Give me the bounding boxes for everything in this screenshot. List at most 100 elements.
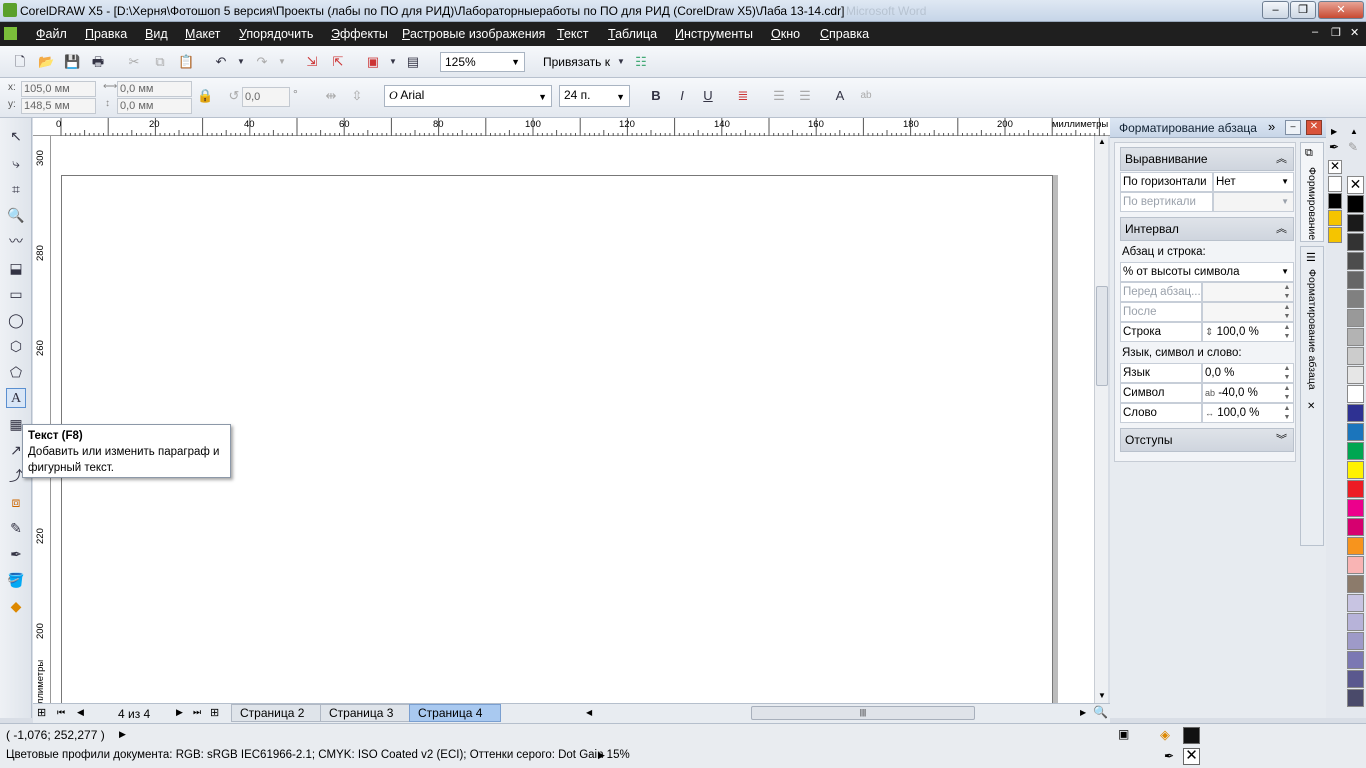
color-swatch[interactable] — [1347, 309, 1364, 327]
eyedropper-tool-icon[interactable]: ✎ — [6, 518, 26, 538]
spinner-icon[interactable]: ▲ ▼ — [1281, 404, 1293, 424]
text-align-icon[interactable]: ≣ — [735, 88, 751, 104]
maximize-button[interactable]: ❐ — [1290, 1, 1316, 19]
line-spacing-field[interactable]: ⇕ 100,0 % ▲ ▼ — [1202, 322, 1294, 342]
close-tab-icon[interactable]: ✕ — [1307, 401, 1315, 412]
doc-close-icon[interactable]: ✕ — [1350, 26, 1359, 39]
color-swatch[interactable] — [1347, 366, 1364, 384]
menu-help[interactable]: Справка — [820, 27, 869, 41]
menu-text[interactable]: Текст — [557, 27, 588, 41]
menu-arrange[interactable]: Упорядочить — [239, 27, 313, 41]
print-icon[interactable]: 🖶 — [90, 54, 106, 70]
menu-bitmaps[interactable]: Растровые изображения — [402, 27, 545, 41]
character-spacing-field[interactable]: ab -40,0 % ▲ ▼ — [1202, 383, 1294, 403]
blend-tool-icon[interactable]: ⧈ — [6, 492, 26, 512]
color-swatch[interactable] — [1347, 271, 1364, 289]
menu-window[interactable]: Окно — [771, 27, 800, 41]
drop-cap-icon[interactable]: ☰ — [797, 88, 813, 104]
width-field[interactable]: 0,0 мм — [117, 81, 192, 97]
export-icon[interactable]: ⇱ — [330, 54, 346, 70]
menu-edit[interactable]: Правка — [85, 27, 127, 41]
redo-icon[interactable]: ↷ — [254, 54, 270, 70]
spacing-section-header[interactable]: Интервал ︽ — [1120, 217, 1294, 241]
menu-effects[interactable]: Эффекты — [331, 27, 388, 41]
color-swatch[interactable] — [1347, 651, 1364, 669]
horizontal-align-dropdown[interactable]: Нет ▼ — [1213, 172, 1294, 192]
tab-shaping[interactable]: ⧉ Формирование — [1300, 142, 1324, 242]
shape-tool-icon[interactable]: ⤷ — [6, 153, 26, 173]
indents-section-header[interactable]: Отступы ︾ — [1120, 428, 1294, 452]
open-icon[interactable]: 📂 — [38, 54, 54, 70]
save-icon[interactable]: 💾 — [64, 54, 80, 70]
crop-tool-icon[interactable]: ⌗ — [6, 179, 26, 199]
tab-paragraph-formatting[interactable]: ☰ Форматирование абзаца ✕ — [1300, 246, 1324, 546]
fill-tool-icon[interactable]: 🪣 — [6, 570, 26, 590]
menu-file[interactable]: Файл — [36, 27, 67, 41]
zoom-tool-icon[interactable]: 🔍 — [6, 205, 26, 225]
color-swatch[interactable] — [1347, 328, 1364, 346]
color-swatch[interactable] — [1347, 404, 1364, 422]
cut-icon[interactable]: ✂ — [126, 54, 142, 70]
color-swatch[interactable] — [1347, 195, 1364, 213]
rectangle-tool-icon[interactable]: ▭ — [6, 284, 26, 304]
text-properties-icon[interactable]: A — [832, 88, 848, 104]
color-swatch[interactable] — [1347, 252, 1364, 270]
smart-fill-icon[interactable]: ⬓ — [6, 258, 26, 278]
application-launcher-icon[interactable]: ▣ — [365, 54, 381, 70]
freehand-tool-icon[interactable]: 〰 — [6, 231, 26, 251]
scroll-left-icon[interactable]: ◀ — [586, 708, 592, 717]
snap-dropdown-icon[interactable]: ▼ — [613, 54, 629, 70]
coords-arrow-icon[interactable]: ▶ — [119, 729, 126, 740]
spinner-icon[interactable]: ▲ ▼ — [1281, 323, 1293, 343]
snap-to-label[interactable]: Привязать к — [543, 55, 610, 69]
undo-icon[interactable]: ↶ — [213, 54, 229, 70]
palette-scroll-icon[interactable]: ▶ — [1331, 127, 1337, 136]
undo-dropdown-icon[interactable]: ▼ — [233, 54, 249, 70]
doc-minimize-icon[interactable]: – — [1312, 26, 1318, 38]
profiles-arrow-icon[interactable]: ▶ — [598, 750, 605, 761]
color-swatch[interactable] — [1347, 461, 1364, 479]
color-swatch[interactable] — [1347, 423, 1364, 441]
minimize-button[interactable]: – — [1262, 1, 1289, 19]
spacing-mode-dropdown[interactable]: % от высоты символа ▼ — [1120, 262, 1294, 282]
y-position-field[interactable]: 148,5 мм — [21, 98, 96, 114]
spinner-icon[interactable]: ▲ ▼ — [1281, 384, 1293, 404]
last-page-icon[interactable]: ⏭ — [193, 707, 201, 718]
underline-icon[interactable]: U — [700, 88, 716, 104]
color-swatch[interactable] — [1347, 556, 1364, 574]
scroll-down-icon[interactable]: ▼ — [1098, 691, 1106, 700]
new-icon[interactable]: 🗋 — [12, 54, 28, 70]
color-swatch[interactable] — [1347, 670, 1364, 688]
snap-icon[interactable]: ▣ — [1118, 727, 1129, 741]
alignment-section-header[interactable]: Выравнивание ︽ — [1120, 147, 1294, 171]
color-swatch[interactable] — [1347, 480, 1364, 498]
before-paragraph-field[interactable]: ▲ ▼ — [1202, 282, 1294, 302]
color-swatch[interactable] — [1347, 518, 1364, 536]
vertical-scroll-thumb[interactable] — [1096, 286, 1108, 386]
drawing-canvas[interactable] — [51, 136, 1094, 703]
lock-ratio-icon[interactable]: 🔒 — [197, 88, 213, 104]
color-swatch[interactable] — [1347, 689, 1364, 707]
close-window-button[interactable]: ✕ — [1318, 1, 1364, 19]
zoom-navigator-icon[interactable]: 🔍 — [1093, 705, 1108, 719]
font-size-dropdown[interactable]: 24 п. ▼ — [559, 85, 630, 107]
menu-tools[interactable]: Инструменты — [675, 27, 753, 41]
paste-icon[interactable]: 📋 — [178, 54, 194, 70]
zoom-dropdown[interactable]: 125% ▼ — [440, 52, 525, 72]
copy-icon[interactable]: ⧉ — [152, 54, 168, 70]
color-swatch[interactable] — [1347, 347, 1364, 365]
page-tab[interactable]: Страница 3 — [320, 704, 412, 722]
color-swatch[interactable] — [1347, 290, 1364, 308]
color-swatch[interactable] — [1347, 214, 1364, 232]
color-swatch[interactable] — [1347, 613, 1364, 631]
next-page-icon[interactable]: ▶ — [176, 707, 183, 718]
font-dropdown[interactable]: O Arial ▼ — [384, 85, 552, 107]
scroll-up-icon[interactable]: ▲ — [1098, 137, 1106, 146]
docker-minimize-icon[interactable]: – — [1285, 120, 1301, 135]
import-icon[interactable]: ⇲ — [304, 54, 320, 70]
options-icon[interactable]: ☷ — [633, 54, 649, 70]
color-swatch[interactable] — [1347, 233, 1364, 251]
menu-table[interactable]: Таблица — [608, 27, 657, 41]
color-swatch[interactable] — [1347, 442, 1364, 460]
vertical-scrollbar[interactable]: ▲ ▼ — [1094, 136, 1108, 703]
